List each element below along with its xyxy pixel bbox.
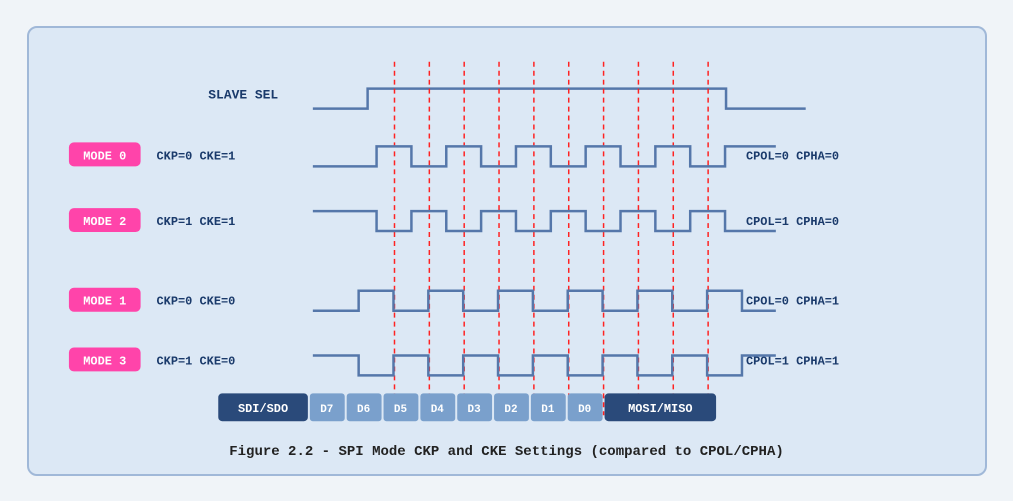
mode0-badge: MODE 0 [83,149,126,163]
d6-label: D6 [357,404,370,416]
mode3-params: CKP=1 CKE=0 [156,354,235,368]
d2-label: D2 [504,404,517,416]
d5-label: D5 [393,404,406,416]
mode3-badge: MODE 3 [83,354,126,368]
mode1-params: CKP=0 CKE=0 [156,294,235,308]
diagram-area: SLAVE SEL MODE 0 CKP=0 CKE=1 CPOL=0 CPHA… [49,46,965,436]
d7-label: D7 [320,404,333,416]
sdisdo-label: SDI/SDO [237,402,287,416]
d3-label: D3 [467,404,481,416]
mode1-badge: MODE 1 [83,294,126,308]
mode2-cpol-cpha: CPOL=1 CPHA=0 [745,215,838,229]
d0-label: D0 [578,404,591,416]
d4-label: D4 [430,404,444,416]
mode2-params: CKP=1 CKE=1 [156,215,235,229]
slave-sel-label: SLAVE SEL [208,87,278,102]
mode0-params: CKP=0 CKE=1 [156,149,235,163]
mode1-cpol-cpha: CPOL=0 CPHA=1 [745,294,838,308]
mode0-cpol-cpha: CPOL=0 CPHA=0 [745,149,838,163]
mode2-badge: MODE 2 [83,215,126,229]
figure-caption: Figure 2.2 - SPI Mode CKP and CKE Settin… [49,444,965,460]
diagram-container: SLAVE SEL MODE 0 CKP=0 CKE=1 CPOL=0 CPHA… [27,26,987,476]
mosimiso-label: MOSI/MISO [628,402,692,416]
d1-label: D1 [541,404,555,416]
